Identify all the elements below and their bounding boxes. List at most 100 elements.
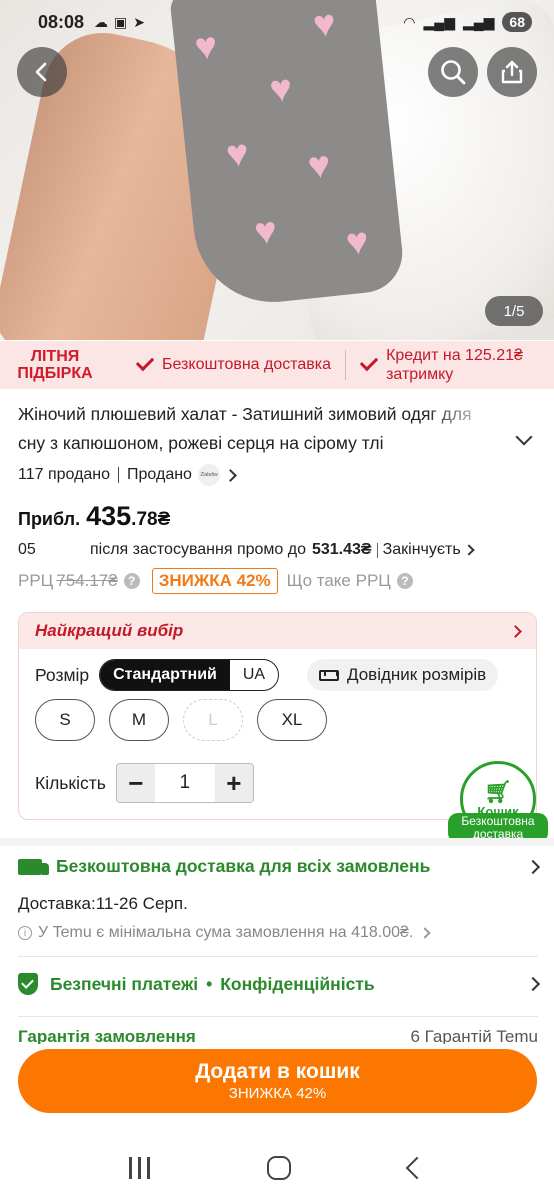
product-image[interactable]: ♥ ♥ ♥ ♥ ♥ ♥ ♥ 08:08 ☁ ▣ ➤ ◠ ▂▄▆ ▂▄▆ 68 1… — [0, 0, 554, 340]
rrc-help-text[interactable]: Що таке РРЦ — [287, 571, 391, 591]
cart-icon: 🛒︎ — [484, 778, 512, 804]
minus-icon[interactable]: − — [116, 764, 155, 802]
delivery-dates: Доставка:11-26 Серп. — [18, 894, 188, 914]
quantity-label: Кількість — [35, 772, 106, 793]
home-icon[interactable] — [267, 1155, 292, 1180]
promo-price-row[interactable]: 05 після застосування промо до 531.43₴ З… — [18, 541, 538, 559]
divider — [18, 1016, 538, 1017]
options-card: Найкращий вибір Розмір Стандартний UA До… — [18, 612, 537, 820]
ending-text: Закінчуєть — [382, 541, 461, 558]
free-shipping-row[interactable]: Безкоштовна доставка для всіх замовлень — [18, 856, 541, 877]
price-integer: 435 — [86, 501, 132, 531]
secure-payments-row[interactable]: Безпечні платежі • Конфіденційність — [18, 973, 541, 995]
divider — [376, 542, 378, 558]
credit-text-line1: Кредит на 125.21₴ — [386, 347, 523, 364]
credit-badge: Кредит на 125.21₴ затримку — [359, 346, 523, 384]
min-order-text: У Temu є мінімальна сума замовлення на 4… — [38, 924, 414, 941]
quantity-row: Кількість − 1 + — [35, 763, 254, 803]
size-guide-text: Довідник розмірів — [347, 665, 487, 684]
add-to-cart-label: Додати в кошик — [195, 1060, 360, 1083]
chevron-down-icon[interactable] — [515, 428, 533, 446]
recent-apps-icon[interactable] — [128, 1156, 150, 1179]
free-shipping-badge: Безкоштовна доставка — [135, 352, 332, 376]
divider — [18, 956, 538, 957]
delivery-value: 11-26 Серп. — [95, 894, 188, 913]
quantity-stepper[interactable]: − 1 + — [115, 763, 254, 803]
delivery-label: Доставка: — [18, 894, 96, 913]
chevron-left-icon — [35, 62, 47, 82]
price-decimal: .78₴ — [131, 509, 171, 530]
help-icon[interactable]: ? — [123, 573, 140, 589]
info-icon: i — [18, 926, 32, 940]
credit-text-line2: затримку — [386, 366, 454, 383]
discount-badge: ЗНИЖКА 42% — [151, 568, 278, 594]
summer-collection-label: ЛІТНЯ ПІДБІРКА — [0, 348, 110, 382]
rrc-old-price: 754.17₴ — [56, 571, 118, 590]
chevron-right-icon — [419, 927, 432, 939]
check-icon — [359, 352, 379, 372]
chevron-right-icon — [463, 544, 475, 556]
shield-icon — [18, 973, 38, 995]
size-standard-toggle[interactable]: Стандартний UA — [99, 659, 280, 691]
size-option-s[interactable]: S — [35, 699, 95, 741]
guarantee-left: Гарантія замовлення — [18, 1030, 196, 1044]
size-standard-ua[interactable]: UA — [230, 660, 278, 690]
quantity-value[interactable]: 1 — [155, 764, 215, 802]
chevron-right-icon — [525, 976, 541, 992]
dot-separator: • — [206, 973, 213, 994]
chevron-right-icon — [525, 859, 541, 874]
heart-pattern: ♥ — [343, 220, 371, 265]
price: Прибл. 435 .78₴ — [18, 501, 170, 532]
free-shipping-text: Безкоштовна доставка — [162, 356, 332, 373]
sold-count: 117 продано — [18, 466, 111, 483]
signal-icon: ▂▄▆ — [462, 13, 495, 30]
size-option-xl[interactable]: XL — [257, 699, 327, 741]
product-title[interactable]: Жіночий плюшевий халат - Затишний зимови… — [18, 400, 498, 458]
promo-divider — [345, 350, 347, 380]
size-option-l[interactable]: L — [183, 699, 243, 741]
screenshot-icon: ▣ — [114, 13, 128, 30]
battery-indicator: 68 — [502, 12, 532, 32]
size-label: Розмір — [35, 664, 90, 685]
guarantee-row[interactable]: Гарантія замовлення 6 Гарантій Temu — [18, 1030, 538, 1044]
size-option-m[interactable]: M — [109, 699, 169, 741]
gallery-page-indicator: 1/5 — [485, 296, 543, 326]
cloud-icon: ☁ — [94, 13, 109, 30]
promo-strip[interactable]: ЛІТНЯ ПІДБІРКА Безкоштовна доставка Кред… — [0, 341, 554, 389]
shipping-title: Безкоштовна доставка для всіх замовлень — [56, 856, 431, 876]
brand-logo: Zlabdiw — [197, 464, 220, 486]
promo-text: після застосування промо до — [90, 541, 306, 558]
truck-icon — [18, 858, 49, 875]
heart-pattern: ♥ — [252, 209, 280, 254]
status-time: 08:08 — [38, 11, 85, 32]
seller-label: Продано — [127, 466, 192, 483]
best-choice-text: Найкращий вибір — [35, 621, 184, 640]
back-nav-icon[interactable] — [405, 1156, 429, 1179]
best-choice-banner[interactable]: Найкращий вибір — [19, 613, 536, 649]
search-icon — [441, 60, 466, 85]
divider — [118, 467, 120, 483]
add-to-cart-button[interactable]: Додати в кошик ЗНИЖКА 42% — [18, 1049, 537, 1113]
share-button[interactable] — [487, 47, 537, 97]
heart-pattern: ♥ — [305, 143, 333, 188]
robe-fabric: ♥ ♥ ♥ ♥ ♥ ♥ ♥ — [168, 0, 407, 310]
size-standard-standard[interactable]: Стандартний — [100, 660, 230, 690]
back-button[interactable] — [17, 47, 67, 97]
privacy-text: Конфіденційність — [220, 973, 375, 994]
plus-icon[interactable]: + — [214, 764, 253, 802]
summer-label-line2: ПІДБІРКА — [17, 365, 93, 382]
ruler-icon — [319, 669, 339, 681]
help-icon[interactable]: ? — [396, 573, 413, 589]
size-guide-button[interactable]: Довідник розмірів — [307, 659, 499, 691]
search-button[interactable] — [428, 47, 478, 97]
size-standard-row: Розмір Стандартний UA — [35, 659, 280, 691]
section-divider — [0, 838, 554, 846]
sold-row[interactable]: 117 продано Продано Zlabdiw — [18, 464, 237, 486]
telegram-icon: ➤ — [133, 13, 146, 30]
secure-payments-text: Безпечні платежі — [50, 973, 199, 994]
min-order-note[interactable]: i У Temu є мінімальна сума замовлення на… — [18, 924, 432, 942]
guarantee-right: 6 Гарантій Temu — [410, 1030, 538, 1044]
add-to-cart-discount: ЗНИЖКА 42% — [228, 1085, 327, 1102]
system-nav-bar — [0, 1135, 554, 1200]
rrc-label: РРЦ — [18, 571, 54, 590]
